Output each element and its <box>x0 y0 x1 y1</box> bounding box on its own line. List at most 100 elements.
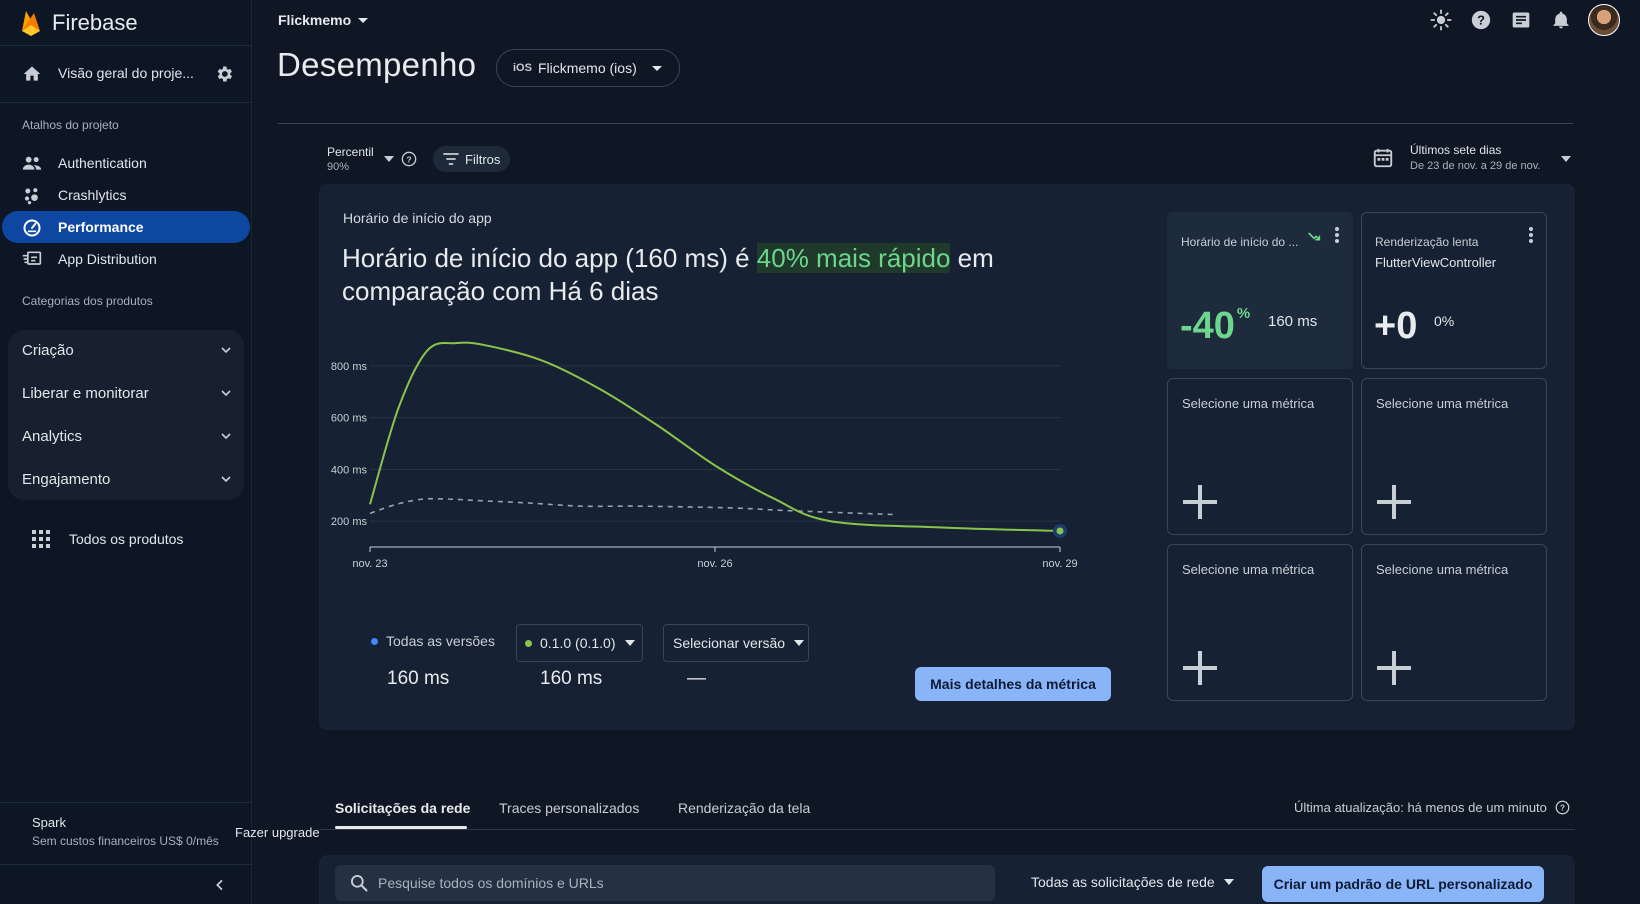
caret-down-icon <box>624 640 635 646</box>
metric-tile-empty[interactable]: Selecione uma métrica <box>1167 378 1353 535</box>
firebase-logo[interactable]: Firebase <box>20 6 138 40</box>
notes-icon <box>1512 12 1530 28</box>
end-point-marker <box>1056 527 1064 535</box>
add-icon <box>1183 485 1217 519</box>
metric-tile-empty[interactable]: Selecione uma métrica <box>1361 544 1547 701</box>
sidebar: Firebase Visão geral do proje... Atalhos… <box>0 0 252 904</box>
version-selector-2[interactable]: Selecionar versão <box>663 624 809 662</box>
all-versions-label: Todas as versões <box>386 633 495 649</box>
app-selector[interactable]: iOS Flickmemo (ios) <box>496 49 680 87</box>
sidebar-item-app-distribution[interactable]: App Distribution <box>2 243 250 275</box>
help-outline-icon[interactable]: ? <box>401 151 417 167</box>
sun-icon <box>1430 9 1452 31</box>
search-input[interactable] <box>378 865 978 901</box>
tile-select-label: Selecione uma métrica <box>1182 562 1315 577</box>
categories-group: Criação Liberar e monitorar Analytics En… <box>8 330 244 500</box>
sidebar-divider <box>0 45 252 46</box>
svg-text:?: ? <box>406 154 411 164</box>
percentile-selector[interactable]: Percentil 90% <box>327 145 374 173</box>
create-url-pattern-button[interactable]: Criar um padrão de URL personalizado <box>1262 866 1544 902</box>
sidebar-item-crashlytics[interactable]: Crashlytics <box>2 179 250 211</box>
sidebar-divider <box>0 864 252 865</box>
chevron-down-icon <box>221 390 231 397</box>
y-tick-label: 400 ms <box>331 464 368 476</box>
caret-down-icon <box>358 18 369 23</box>
project-overview-link[interactable]: Visão geral do proje... <box>0 56 252 92</box>
crashlytics-icon <box>24 188 38 205</box>
header-divider <box>278 123 1573 124</box>
settings-gear-icon[interactable] <box>214 64 234 84</box>
tile-big-value: -40% <box>1180 305 1250 348</box>
add-icon <box>1377 485 1411 519</box>
help-button[interactable]: ? <box>1468 7 1494 33</box>
tab-network-requests[interactable]: Solicitações da rede <box>335 800 470 816</box>
search-box[interactable] <box>335 865 995 901</box>
tile-select-label: Selecione uma métrica <box>1376 562 1509 577</box>
chevron-down-icon <box>221 347 231 354</box>
startup-time-chart: 200 ms 400 ms 600 ms 800 ms nov. 23 nov. 26 no… <box>331 341 1078 570</box>
page-title: Desempenho <box>277 46 477 83</box>
caret-down-icon[interactable] <box>1560 154 1572 164</box>
tab-custom-traces[interactable]: Traces personalizados <box>499 800 639 816</box>
caret-down-icon[interactable] <box>383 154 395 164</box>
categories-section-label: Categorias dos produtos <box>22 294 153 308</box>
project-switcher[interactable]: Flickmemo <box>278 12 369 28</box>
tile-big-value: +0 <box>1374 305 1418 347</box>
metric-details-button[interactable]: Mais detalhes da métrica <box>915 667 1111 701</box>
shortcuts-section-label: Atalhos do projeto <box>22 118 119 132</box>
all-products-label: Todos os produtos <box>69 531 184 547</box>
bell-icon <box>1553 11 1569 29</box>
upgrade-link[interactable]: Fazer upgrade <box>235 825 320 840</box>
help-outline-icon[interactable]: ? <box>1555 800 1570 815</box>
y-tick-label: 200 ms <box>331 516 368 528</box>
metric-card-label: Horário de início do app <box>343 210 492 226</box>
chevron-down-icon <box>221 433 231 440</box>
filter-list-icon <box>443 153 459 165</box>
category-label: Criação <box>22 342 74 359</box>
metric-tile-empty[interactable]: Selecione uma métrica <box>1361 378 1547 535</box>
app-distribution-icon <box>22 251 42 265</box>
plan-info: Spark Sem custos financeiros US$ 0/mês <box>32 815 219 848</box>
filters-button[interactable]: Filtros <box>433 146 511 172</box>
category-criacao[interactable]: Criação <box>8 330 244 372</box>
metric-tile-empty[interactable]: Selecione uma métrica <box>1167 544 1353 701</box>
more-vert-icon[interactable] <box>1528 227 1534 243</box>
category-analytics[interactable]: Analytics <box>8 416 244 458</box>
plan-name: Spark <box>32 815 66 830</box>
date-range-value: De 23 de nov. a 29 de nov. <box>1410 160 1541 172</box>
legend-dot <box>525 639 532 647</box>
version-2-value: — <box>687 668 706 689</box>
version-1-value: 160 ms <box>540 668 603 689</box>
collapse-sidebar-chevron-left-icon[interactable] <box>212 876 228 894</box>
headline-text: Horário de início do app (160 ms) é <box>342 243 757 273</box>
category-engajamento[interactable]: Engajamento <box>8 459 244 501</box>
series-line-comparison <box>369 497 898 516</box>
category-label: Engajamento <box>22 471 111 488</box>
caret-down-icon <box>651 66 662 71</box>
percentile-value: 90% <box>327 161 350 173</box>
sidebar-item-label: Crashlytics <box>58 187 127 203</box>
series-line-current <box>369 341 1061 532</box>
sidebar-item-performance[interactable]: Performance <box>2 211 250 243</box>
date-range-selector[interactable]: Últimos sete dias De 23 de nov. a 29 de … <box>1372 143 1540 172</box>
caret-down-icon <box>1223 879 1234 885</box>
all-versions-legend: Todas as versões <box>371 633 495 649</box>
sidebar-item-label: Performance <box>58 219 144 235</box>
filters-label: Filtros <box>465 151 501 167</box>
request-type-selector[interactable]: Todas as solicitações de rede <box>1031 874 1235 890</box>
version-selector-1[interactable]: 0.1.0 (0.1.0) <box>516 624 643 662</box>
tile-title: Renderização lenta <box>1375 235 1479 249</box>
legend-dot <box>371 637 378 645</box>
sidebar-item-authentication[interactable]: Authentication <box>2 147 250 179</box>
user-avatar[interactable] <box>1588 4 1620 36</box>
tile-subtitle: FlutterViewController <box>1375 255 1497 270</box>
theme-toggle-button[interactable] <box>1428 7 1454 33</box>
notifications-button[interactable] <box>1548 7 1574 33</box>
metric-tile-slow-rendering[interactable]: Renderização lenta FlutterViewController… <box>1361 212 1547 369</box>
category-liberar-monitorar[interactable]: Liberar e monitorar <box>8 373 244 415</box>
tabs-divider <box>319 829 1575 830</box>
tab-screen-rendering[interactable]: Renderização da tela <box>678 800 810 816</box>
release-notes-button[interactable] <box>1508 7 1534 33</box>
more-vert-icon[interactable] <box>1334 227 1340 243</box>
metric-tile-startup[interactable]: Horário de início do ... -40% 160 ms <box>1167 212 1353 369</box>
